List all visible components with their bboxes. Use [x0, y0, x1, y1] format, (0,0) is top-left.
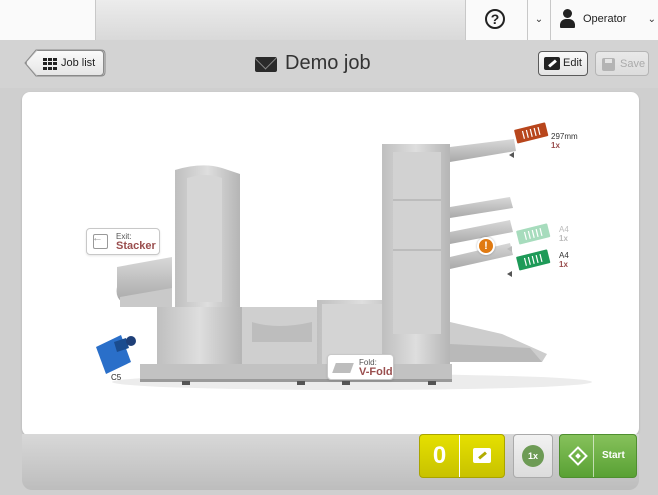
- counter-edit-icon: [473, 448, 491, 463]
- feeder-1-tag[interactable]: 297mm 1x: [551, 132, 578, 150]
- fold-type-label[interactable]: Fold: V-Fold: [327, 354, 394, 380]
- folder-inserter-machine-illustration: [96, 122, 592, 390]
- feeder-3-count: 1x: [559, 260, 568, 269]
- counter-value: 0: [420, 435, 460, 477]
- start-label: Start: [602, 450, 625, 461]
- job-list-label: Job list: [61, 57, 96, 69]
- bottom-action-bar: 0 1x Start: [22, 434, 639, 490]
- counter-button[interactable]: 0: [419, 434, 505, 478]
- user-icon: [559, 9, 575, 29]
- start-divider: [593, 435, 594, 477]
- start-diamond-icon: [568, 446, 588, 466]
- feeder-2-tag[interactable]: A4 1x: [559, 225, 569, 243]
- user-name: Operator: [583, 13, 627, 25]
- feeder-3-size: A4: [559, 251, 569, 260]
- top-bar: ? ⌄ Operator ⌄: [0, 0, 658, 40]
- save-button: Save: [595, 51, 649, 76]
- envelope-size-label: C5: [111, 373, 122, 382]
- warning-icon[interactable]: !: [477, 237, 495, 255]
- grid-icon: [43, 58, 59, 70]
- copies-badge: 1x: [522, 445, 544, 467]
- user-chevron-down-icon: ⌄: [647, 14, 656, 25]
- start-button[interactable]: Start: [559, 434, 637, 478]
- exit-value: Stacker: [116, 240, 156, 252]
- feeder-1-count: 1x: [551, 141, 560, 150]
- help-button[interactable]: ?: [466, 0, 528, 40]
- user-menu[interactable]: Operator ⌄: [550, 0, 658, 40]
- page-header: Job list Demo job Edit Save: [0, 40, 658, 88]
- save-disk-icon: [602, 58, 615, 71]
- help-icon: ?: [485, 9, 505, 29]
- page-title: Demo job: [285, 52, 371, 74]
- copies-button[interactable]: 1x: [513, 434, 553, 478]
- pencil-icon: [544, 57, 560, 70]
- top-bar-left-area: [0, 0, 96, 40]
- job-list-button[interactable]: Job list: [26, 50, 104, 76]
- top-bar-middle-area: [96, 0, 466, 40]
- exit-arrow-icon: [92, 232, 108, 249]
- fold-icon: [332, 363, 354, 373]
- feeder-3-tag[interactable]: A4 1x: [559, 251, 569, 269]
- feeder-1-size: 297mm: [551, 132, 578, 141]
- envelope-icon: [255, 57, 277, 72]
- edit-button[interactable]: Edit: [538, 51, 588, 76]
- exit-stacker-label[interactable]: Exit: Stacker: [86, 228, 160, 255]
- edit-label: Edit: [563, 57, 582, 69]
- machine-panel: Exit: Stacker Fold: V-Fold 297mm 1x A4 1…: [22, 92, 639, 436]
- help-chevron-down-icon[interactable]: ⌄: [528, 0, 550, 40]
- save-label: Save: [620, 58, 646, 70]
- feeder-2-count: 1x: [559, 234, 568, 243]
- fold-value: V-Fold: [359, 366, 393, 378]
- feeder-2-size: A4: [559, 225, 569, 234]
